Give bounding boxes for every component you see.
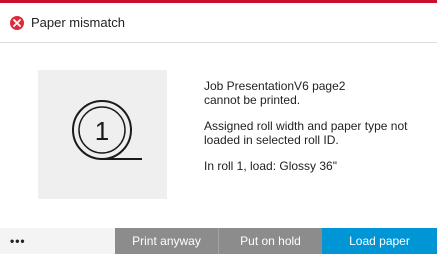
load-paper-button[interactable]: Load paper	[322, 228, 437, 254]
message-line-3: Assigned roll width and paper type not	[204, 119, 408, 133]
more-options-button[interactable]: •••	[0, 228, 115, 254]
action-bar: ••• Print anyway Put on hold Load paper	[0, 228, 437, 254]
message-line-4: loaded in selected roll ID.	[204, 133, 339, 147]
paper-roll-icon: 1	[72, 100, 142, 160]
put-on-hold-button[interactable]: Put on hold	[219, 228, 322, 254]
error-message: Job PresentationV6 page2 cannot be print…	[204, 79, 429, 173]
paper-mismatch-dialog: Paper mismatch 1 Job PresentationV6 page…	[0, 0, 437, 254]
message-line-2: cannot be printed.	[204, 93, 301, 107]
message-line-5: In roll 1, load: Glossy 36"	[204, 159, 337, 173]
error-circle-x-icon	[10, 15, 24, 30]
dialog-header: Paper mismatch	[0, 3, 437, 43]
message-line-1: Job PresentationV6 page2	[204, 79, 346, 93]
paper-roll-illustration: 1	[38, 70, 167, 199]
roll-number: 1	[95, 116, 109, 146]
dialog-title: Paper mismatch	[31, 15, 125, 30]
print-anyway-button[interactable]: Print anyway	[115, 228, 218, 254]
